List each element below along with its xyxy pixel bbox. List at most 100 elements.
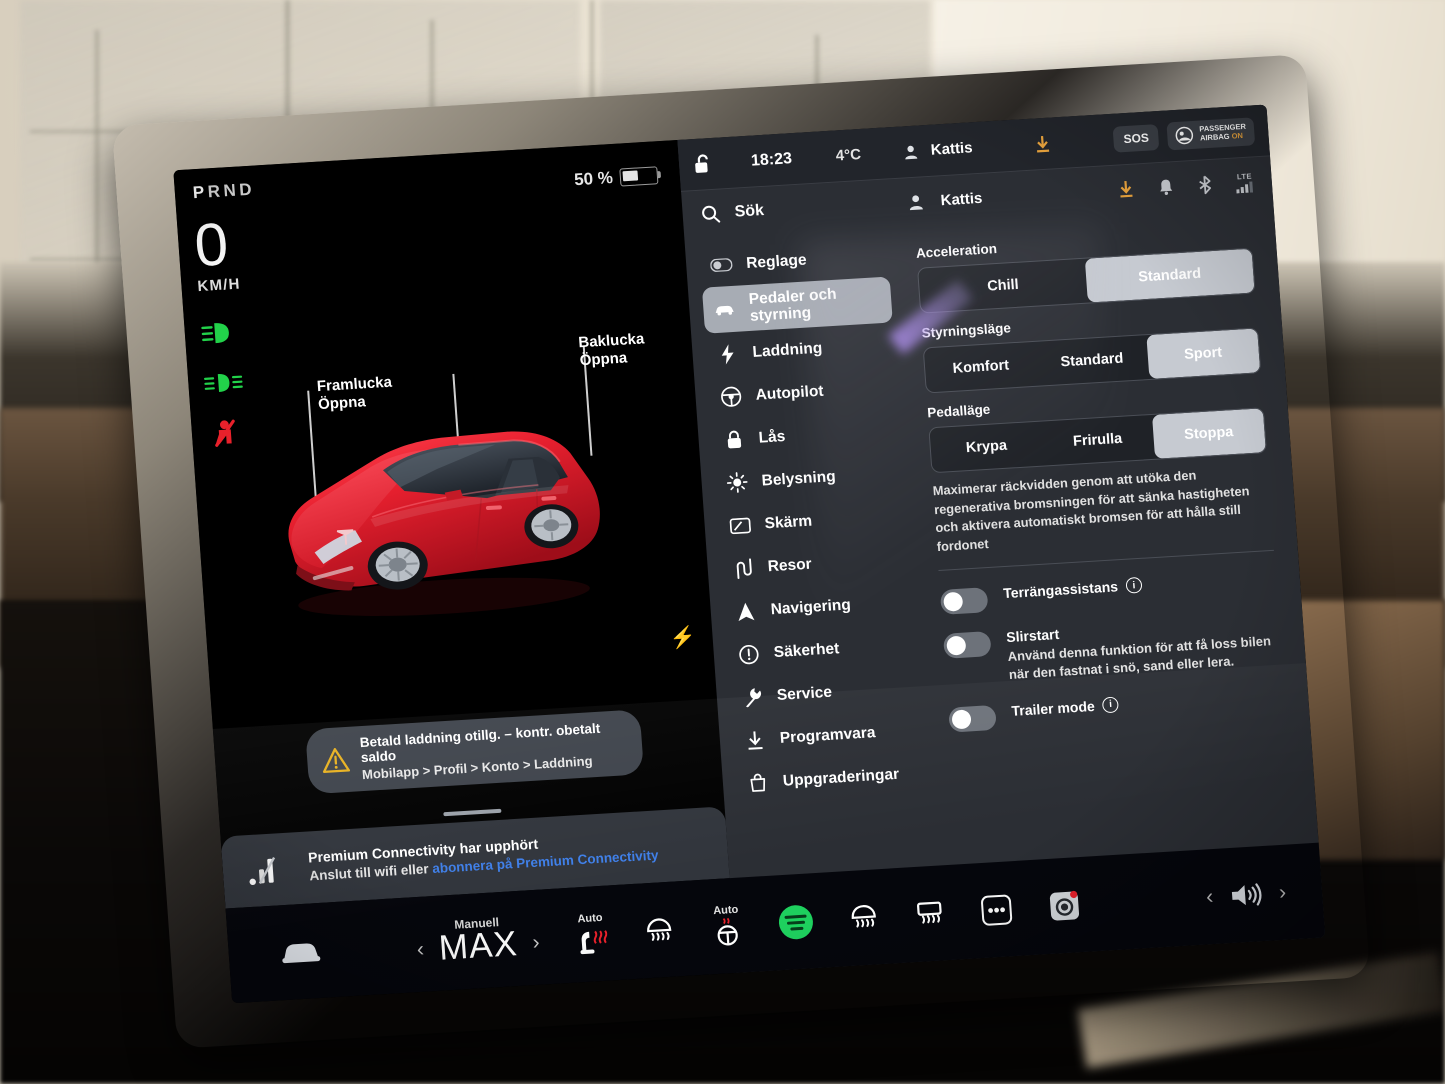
steering-option-sport[interactable]: Sport xyxy=(1146,328,1261,380)
spotify-icon xyxy=(777,903,814,940)
slip-start-toggle[interactable] xyxy=(942,631,992,660)
steering-option-standard[interactable]: Standard xyxy=(1035,335,1149,386)
headlights-low-beam-icon xyxy=(201,323,229,344)
car-icon xyxy=(713,302,736,316)
lightning-bolt-icon xyxy=(716,343,739,364)
download-arrow-icon[interactable] xyxy=(1117,180,1134,199)
dashcam-button[interactable] xyxy=(1047,889,1081,923)
info-icon[interactable]: i xyxy=(1125,577,1143,594)
pedal-option-stoppa[interactable]: Stoppa xyxy=(1151,408,1266,459)
offroad-assist-row[interactable]: Terrängassistans i xyxy=(939,569,1277,616)
padlock-icon xyxy=(722,429,745,450)
sidebar-label-reglage: Reglage xyxy=(745,251,808,273)
header-profile-name[interactable]: Kattis xyxy=(940,189,983,208)
temperature-value: MAX xyxy=(437,923,519,968)
trailer-mode-label: Trailer mode xyxy=(1010,697,1096,719)
section-divider xyxy=(938,550,1274,572)
lte-signal-icon[interactable]: LTE xyxy=(1235,171,1254,193)
rear-trunk-action: Öppna xyxy=(579,349,628,370)
battery-status[interactable]: 50 % xyxy=(574,165,659,190)
sidebar-label-las: Lås xyxy=(758,428,786,447)
sidebar-label-programvara: Programvara xyxy=(779,724,876,747)
search-icon[interactable] xyxy=(700,204,721,225)
download-arrow-icon[interactable] xyxy=(1034,134,1051,153)
trailer-mode-toggle[interactable] xyxy=(948,704,997,733)
pedal-mode-description: Maximerar räckvidden genom att utöka den… xyxy=(932,467,1250,554)
offroad-assist-title-row: Terrängassistans i xyxy=(1003,577,1143,601)
airbag-status: ON xyxy=(1231,130,1244,141)
toggle-switch-icon xyxy=(710,258,733,273)
upgrade-bag-icon xyxy=(746,773,769,793)
charging-warning-notification[interactable]: Betald laddning otillg. – kontr. obetalt… xyxy=(305,709,645,795)
offroad-assist-toggle[interactable] xyxy=(939,587,989,616)
pedal-option-krypa[interactable]: Krypa xyxy=(929,422,1043,473)
passenger-airbag-indicator[interactable]: PASSENGER AIRBAG ON xyxy=(1166,116,1256,150)
spotify-button[interactable] xyxy=(777,903,814,940)
warning-triangle-icon xyxy=(322,748,351,774)
sun-brightness-icon xyxy=(725,471,748,493)
slip-start-row[interactable]: Slirstart Använd denna funktion för att … xyxy=(942,613,1282,688)
steering-heater-auto-label: Auto xyxy=(712,903,739,918)
navigation-arrow-icon xyxy=(734,601,757,622)
driver-seat-heater-button[interactable]: Auto xyxy=(574,912,609,957)
acceleration-option-standard[interactable]: Standard xyxy=(1084,248,1255,303)
front-defrost-icon xyxy=(851,904,876,928)
airbag-line2: AIRBAG ON xyxy=(1199,130,1247,143)
gear-reverse: R xyxy=(207,181,225,202)
trailer-mode-row[interactable]: Trailer mode i xyxy=(948,686,1285,733)
download-icon xyxy=(743,729,766,750)
volume-decrease-button[interactable]: ‹ xyxy=(1205,885,1214,909)
sidebar-label-laddning: Laddning xyxy=(751,339,823,361)
offroad-assist-label: Terrängassistans xyxy=(1002,578,1119,602)
bell-icon[interactable] xyxy=(1157,177,1174,196)
vehicle-visualization[interactable]: Framlucka Öppna Baklucka Öppna ⚡ xyxy=(187,330,717,719)
sidebar-label-uppgraderingar: Uppgraderingar xyxy=(782,765,900,790)
screen-content: PRND 50 % 0 KM/H Framlucka Öppna Bakluck… xyxy=(173,104,1326,1004)
sidebar-label-pedaler: Pedaler och styrning xyxy=(748,285,838,325)
trailer-mode-title-row: Trailer mode i xyxy=(1010,696,1120,719)
charge-port-icon[interactable]: ⚡ xyxy=(669,626,697,652)
bluetooth-icon[interactable] xyxy=(1197,174,1212,194)
battery-percent-label: 50 % xyxy=(573,167,614,190)
steering-wheel-heater-button[interactable]: Auto xyxy=(709,903,744,948)
clock-label[interactable]: 18:23 xyxy=(750,150,792,170)
profile-name-label[interactable]: Kattis xyxy=(930,139,973,158)
front-windshield-defrost-button[interactable] xyxy=(848,903,880,933)
pedal-option-frirulla[interactable]: Frirulla xyxy=(1041,415,1155,466)
outside-temperature-label[interactable]: 4°C xyxy=(835,146,861,164)
front-defrost-button[interactable] xyxy=(642,915,676,945)
volume-control[interactable]: ‹ › xyxy=(1205,878,1287,911)
airbag-word: AIRBAG xyxy=(1199,131,1230,143)
sidebar-label-service: Service xyxy=(776,683,833,704)
sos-label: SOS xyxy=(1123,130,1150,146)
tesla-model-y-render xyxy=(288,431,600,616)
tesla-touchscreen: PRND 50 % 0 KM/H Framlucka Öppna Bakluck… xyxy=(112,54,1371,1049)
sidebar-label-skarm: Skärm xyxy=(764,512,813,533)
climate-temperature-control[interactable]: Manuell ‹ MAX › xyxy=(415,912,541,969)
exclamation-circle-icon xyxy=(737,643,760,664)
temp-decrease-button[interactable]: ‹ xyxy=(416,937,425,961)
speaker-volume-icon[interactable] xyxy=(1228,880,1264,910)
search-label[interactable]: Sök xyxy=(734,202,765,222)
rear-windshield-defrost-button[interactable] xyxy=(914,899,946,929)
sidebar-label-belysning: Belysning xyxy=(761,468,837,490)
more-apps-button[interactable] xyxy=(979,893,1013,927)
info-icon[interactable]: i xyxy=(1102,696,1120,713)
gear-park: P xyxy=(192,182,209,203)
sidebar-label-autopilot: Autopilot xyxy=(755,382,825,404)
rear-trunk-callout[interactable]: Baklucka Öppna xyxy=(578,330,646,370)
acceleration-option-chill[interactable]: Chill xyxy=(918,259,1088,313)
drag-handle[interactable] xyxy=(442,808,501,817)
sos-button[interactable]: SOS xyxy=(1112,123,1160,153)
steering-option-komfort[interactable]: Komfort xyxy=(924,342,1038,393)
driver-seat-heater-icon xyxy=(580,930,608,955)
rear-defrost-icon xyxy=(916,901,942,924)
volume-increase-button[interactable]: › xyxy=(1278,880,1287,904)
header-status-icons: LTE xyxy=(1117,171,1254,200)
unlocked-padlock-icon[interactable] xyxy=(692,152,714,175)
gear-indicator: PRND xyxy=(192,180,255,204)
sidebar-label-navigering: Navigering xyxy=(770,596,852,619)
temp-increase-button[interactable]: › xyxy=(532,930,541,954)
wrench-icon xyxy=(740,686,763,707)
car-front-icon[interactable] xyxy=(280,937,322,965)
